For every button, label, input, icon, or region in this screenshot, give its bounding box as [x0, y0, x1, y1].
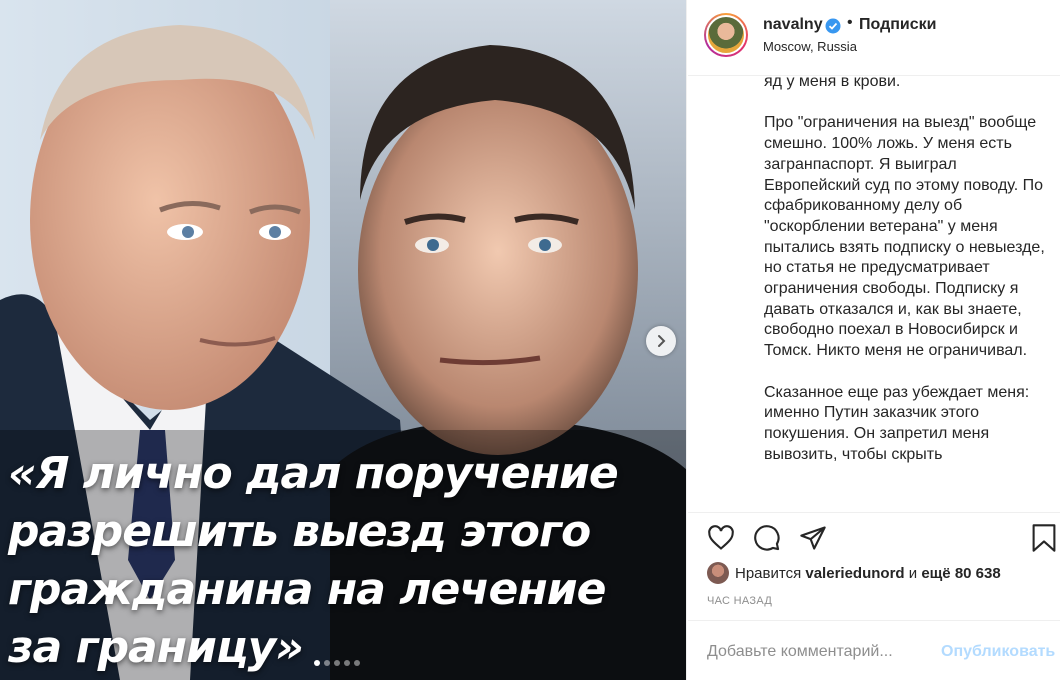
carousel-next-button[interactable] — [646, 326, 676, 356]
likes-summary: Нравится valeriedunord и ещё 80 638 — [707, 562, 1001, 584]
likes-middle: и — [908, 564, 918, 582]
following-button[interactable]: Подписки — [859, 16, 936, 34]
caption-divider — [688, 512, 1060, 513]
carousel-dot — [344, 660, 350, 666]
separator-dot: • — [847, 14, 853, 31]
avatar[interactable] — [704, 13, 748, 57]
caption-paragraph: яд у меня в крови. — [764, 73, 901, 90]
carousel-dot — [334, 660, 340, 666]
likes-count-link[interactable]: ещё 80 638 — [921, 565, 1000, 582]
quote-line: за границу» — [8, 622, 304, 673]
likes-prefix: Нравится — [735, 564, 802, 582]
carousel-dot — [314, 660, 320, 666]
chevron-right-icon — [658, 335, 666, 347]
comment-divider — [688, 620, 1060, 621]
caption-text: яд у меня в крови. Про "ограничения на в… — [764, 72, 1049, 512]
quote-line: гражданина на лечение — [8, 564, 606, 615]
liker-username[interactable]: valeriedunord — [805, 565, 904, 582]
carousel-dot — [354, 660, 360, 666]
share-icon[interactable] — [799, 524, 827, 552]
comment-icon[interactable] — [753, 524, 781, 552]
username[interactable]: navalny — [763, 16, 823, 34]
quote-line: «Я лично дал поручение — [8, 448, 619, 499]
publish-button[interactable]: Опубликовать — [941, 643, 1055, 661]
comment-input[interactable]: Добавьте комментарий... — [707, 643, 893, 661]
verified-badge-icon — [825, 18, 841, 34]
bookmark-icon[interactable] — [1031, 523, 1057, 553]
post-timestamp[interactable]: ЧАС НАЗАД — [707, 595, 772, 607]
caption-paragraph: Про "ограничения на выезд" вообще смешно… — [764, 114, 1045, 360]
heart-icon[interactable] — [707, 524, 735, 552]
quote-text: «Я лично дал поручение разрешить выезд э… — [8, 445, 678, 677]
caption-paragraph: Сказанное еще раз убеждает меня: именно … — [764, 383, 1030, 463]
location-link[interactable]: Moscow, Russia — [763, 39, 857, 54]
quote-line: разрешить выезд этого — [8, 506, 591, 557]
post-image[interactable]: «Я лично дал поручение разрешить выезд э… — [0, 0, 687, 680]
carousel-indicator — [314, 660, 360, 666]
carousel-dot — [324, 660, 330, 666]
liker-avatar[interactable] — [707, 562, 729, 584]
